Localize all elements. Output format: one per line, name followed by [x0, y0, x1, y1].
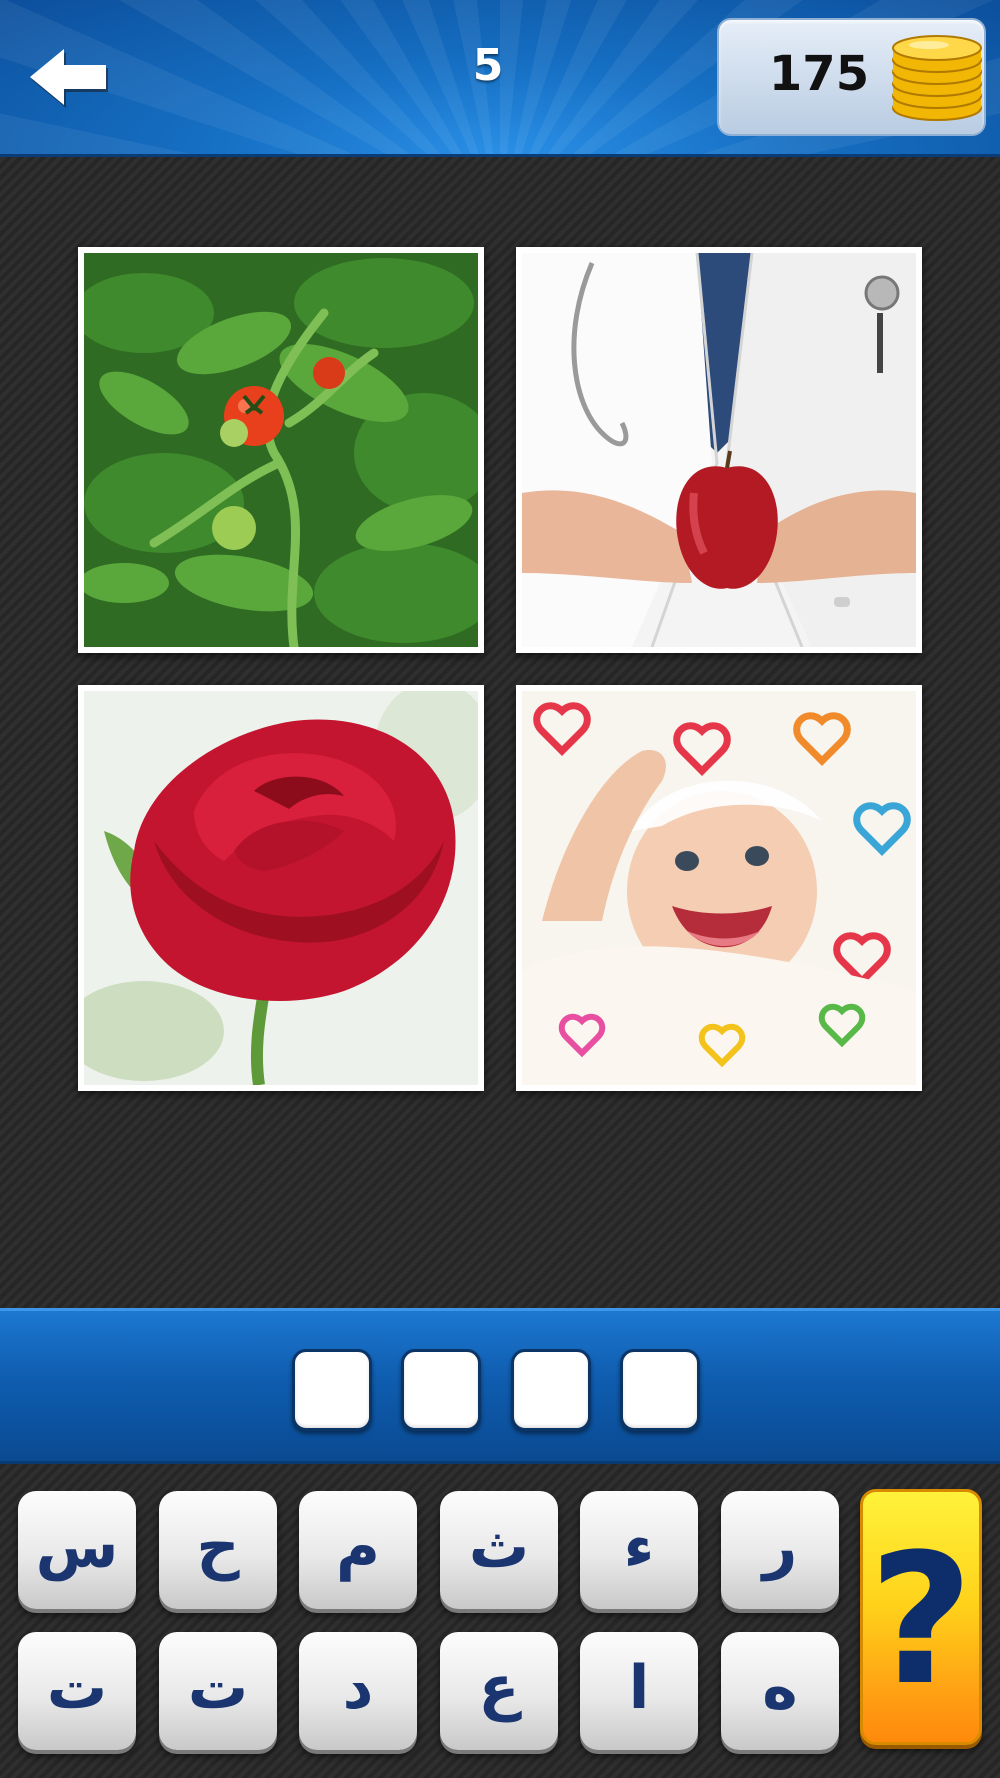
hint-button[interactable]: ? [860, 1489, 982, 1745]
picture-3[interactable] [78, 685, 484, 1091]
tomato-plant-image [84, 253, 478, 647]
answer-bar [0, 1308, 1000, 1464]
letter-key[interactable]: م [299, 1491, 417, 1609]
picture-1[interactable] [78, 247, 484, 653]
doctor-with-apple-image [522, 253, 916, 647]
answer-slot-4[interactable] [620, 1349, 700, 1431]
answer-slot-3[interactable] [511, 1349, 591, 1431]
letter-key[interactable]: ث [440, 1491, 558, 1609]
coins-panel[interactable]: 175 [717, 18, 986, 136]
top-bar: 5 175 [0, 0, 1000, 157]
question-mark-icon: ? [868, 1516, 974, 1725]
letter-key[interactable]: ء [580, 1491, 698, 1609]
smiling-baby-image [522, 691, 916, 1085]
letter-key[interactable]: ت [159, 1632, 277, 1750]
coin-stack-icon [889, 32, 985, 124]
letter-key[interactable]: ت [18, 1632, 136, 1750]
letter-key[interactable]: ع [440, 1632, 558, 1750]
picture-2[interactable] [516, 247, 922, 653]
answer-slot-1[interactable] [292, 1349, 372, 1431]
coins-count: 175 [768, 46, 870, 102]
letter-key[interactable]: د [299, 1632, 417, 1750]
back-button[interactable] [26, 45, 110, 109]
arrow-left-icon [30, 49, 108, 108]
answer-slot-2[interactable] [401, 1349, 481, 1431]
letter-key[interactable]: س [18, 1491, 136, 1609]
picture-4[interactable] [516, 685, 922, 1091]
red-rose-image [84, 691, 478, 1085]
letter-key[interactable]: ا [580, 1632, 698, 1750]
level-number: 5 [472, 40, 504, 91]
letter-key[interactable]: ح [159, 1491, 277, 1609]
letter-key[interactable]: ر [721, 1491, 839, 1609]
letter-key[interactable]: ه [721, 1632, 839, 1750]
